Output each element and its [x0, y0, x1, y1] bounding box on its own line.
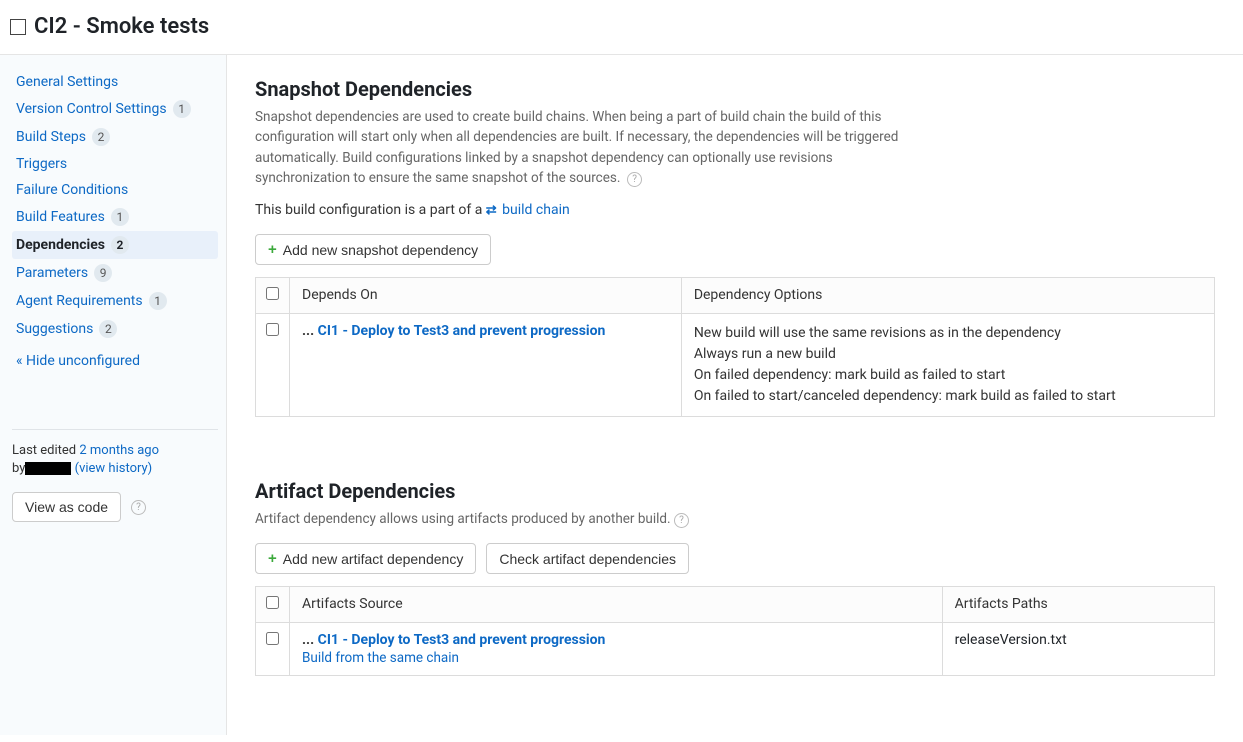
dependency-link[interactable]: CI1 - Deploy to Test3 and prevent progre…	[318, 632, 606, 648]
check-artifact-dependencies-button[interactable]: Check artifact dependencies	[486, 543, 689, 574]
sidebar-item-label: Triggers	[16, 156, 67, 172]
button-label: Add new snapshot dependency	[283, 242, 478, 258]
sidebar-item-build-features[interactable]: Build Features 1	[12, 203, 218, 231]
sidebar: General Settings Version Control Setting…	[0, 55, 226, 735]
sidebar-item-label: Suggestions	[16, 321, 93, 337]
build-chain-sublink[interactable]: Build from the same chain	[302, 650, 930, 666]
sidebar-item-label: Failure Conditions	[16, 182, 128, 198]
help-icon[interactable]: ?	[627, 172, 642, 187]
table-header-row: Depends On Dependency Options	[256, 278, 1215, 314]
count-badge: 2	[111, 236, 129, 254]
dependency-options-cell: New build will use the same revisions as…	[681, 314, 1214, 417]
page-header: CI2 - Smoke tests	[0, 0, 1243, 55]
sidebar-item-general-settings[interactable]: General Settings	[12, 69, 218, 95]
count-badge: 2	[99, 320, 117, 338]
dependency-link[interactable]: CI1 - Deploy to Test3 and prevent progre…	[318, 323, 606, 339]
sidebar-item-label: Dependencies	[16, 237, 105, 253]
chain-icon: ⇄	[486, 203, 497, 218]
row-prefix: ...	[302, 632, 318, 648]
button-label: Check artifact dependencies	[499, 551, 676, 567]
help-icon[interactable]: ?	[674, 513, 689, 528]
col-artifacts-paths: Artifacts Paths	[942, 587, 1214, 623]
plus-icon: +	[268, 241, 277, 258]
artifact-deps-desc: Artifact dependency allows using artifac…	[255, 509, 905, 529]
sidebar-item-label: Version Control Settings	[16, 101, 167, 117]
option-line: On failed to start/canceled dependency: …	[694, 386, 1202, 407]
view-as-code-button[interactable]: View as code	[12, 492, 121, 522]
select-all-checkbox[interactable]	[266, 596, 279, 609]
sidebar-item-vcs-settings[interactable]: Version Control Settings 1	[12, 95, 218, 123]
last-edited-time[interactable]: 2 months ago	[79, 443, 159, 458]
sidebar-item-label: Build Steps	[16, 129, 86, 145]
add-artifact-dependency-button[interactable]: + Add new artifact dependency	[255, 543, 476, 574]
add-snapshot-dependency-button[interactable]: + Add new snapshot dependency	[255, 234, 491, 265]
table-row: ... CI1 - Deploy to Test3 and prevent pr…	[256, 314, 1215, 417]
artifact-deps-table: Artifacts Source Artifacts Paths ... CI1…	[255, 586, 1215, 676]
count-badge: 1	[111, 208, 129, 226]
sidebar-item-parameters[interactable]: Parameters 9	[12, 259, 218, 287]
sidebar-item-label: Agent Requirements	[16, 293, 143, 309]
sidebar-item-agent-requirements[interactable]: Agent Requirements 1	[12, 287, 218, 315]
col-dependency-options: Dependency Options	[681, 278, 1214, 314]
plus-icon: +	[268, 550, 277, 567]
snapshot-deps-title: Snapshot Dependencies	[255, 77, 1215, 101]
page-title: CI2 - Smoke tests	[34, 14, 209, 39]
button-label: Add new artifact dependency	[283, 551, 464, 567]
table-row: ... CI1 - Deploy to Test3 and prevent pr…	[256, 623, 1215, 676]
help-icon[interactable]: ?	[131, 500, 146, 515]
count-badge: 2	[92, 128, 110, 146]
by-prefix: by	[12, 461, 25, 476]
sidebar-item-label: Build Features	[16, 209, 105, 225]
main-content: Snapshot Dependencies Snapshot dependenc…	[226, 55, 1243, 735]
chain-prefix: This build configuration is a part of a	[255, 202, 486, 218]
sidebar-meta: Last edited 2 months ago by (view histor…	[12, 429, 218, 522]
sidebar-item-build-steps[interactable]: Build Steps 2	[12, 123, 218, 151]
option-line: Always run a new build	[694, 344, 1202, 365]
col-depends-on: Depends On	[290, 278, 682, 314]
snapshot-deps-desc: Snapshot dependencies are used to create…	[255, 107, 905, 188]
sidebar-item-suggestions[interactable]: Suggestions 2	[12, 315, 218, 343]
artifact-deps-title: Artifact Dependencies	[255, 479, 1215, 503]
snapshot-deps-table: Depends On Dependency Options ... CI1 - …	[255, 277, 1215, 417]
sidebar-item-failure-conditions[interactable]: Failure Conditions	[12, 177, 218, 203]
row-checkbox[interactable]	[266, 323, 279, 336]
sidebar-nav: General Settings Version Control Setting…	[12, 69, 218, 343]
count-badge: 1	[149, 292, 167, 310]
redacted-username	[25, 462, 71, 475]
col-artifacts-source: Artifacts Source	[290, 587, 943, 623]
table-header-row: Artifacts Source Artifacts Paths	[256, 587, 1215, 623]
project-icon	[10, 19, 26, 35]
row-checkbox[interactable]	[266, 632, 279, 645]
count-badge: 1	[173, 100, 191, 118]
view-history-link[interactable]: (view history)	[75, 461, 153, 476]
hide-unconfigured-link[interactable]: « Hide unconfigured	[12, 343, 218, 369]
last-edited-prefix: Last edited	[12, 443, 79, 458]
sidebar-item-label: General Settings	[16, 74, 118, 90]
select-all-checkbox[interactable]	[266, 287, 279, 300]
build-chain-line: This build configuration is a part of a …	[255, 202, 1215, 218]
sidebar-item-dependencies[interactable]: Dependencies 2	[12, 231, 218, 259]
button-label: View as code	[25, 499, 108, 515]
count-badge: 9	[94, 264, 112, 282]
sidebar-item-label: Parameters	[16, 265, 88, 281]
artifacts-paths-cell: releaseVersion.txt	[942, 623, 1214, 676]
sidebar-item-triggers[interactable]: Triggers	[12, 151, 218, 177]
last-edited-info: Last edited 2 months ago by (view histor…	[12, 442, 218, 478]
option-line: New build will use the same revisions as…	[694, 323, 1202, 344]
option-line: On failed dependency: mark build as fail…	[694, 365, 1202, 386]
row-prefix: ...	[302, 323, 318, 339]
build-chain-link[interactable]: build chain	[502, 202, 570, 218]
